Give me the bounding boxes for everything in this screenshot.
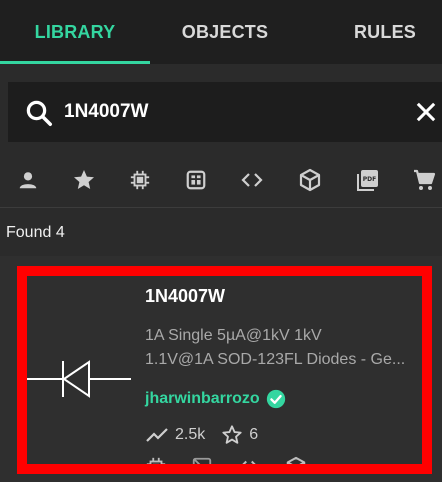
cube-icon [286, 456, 306, 464]
result-card-content[interactable]: 1N4007W 1A Single 5µA@1kV 1kV 1.1V@1A SO… [27, 276, 422, 464]
component-asset-icons [145, 456, 307, 464]
tab-library[interactable]: LIBRARY [0, 0, 150, 64]
search-bar [8, 82, 442, 142]
code-icon[interactable] [238, 166, 266, 194]
trend-icon [146, 428, 168, 442]
diode-symbol-icon [27, 360, 131, 398]
verified-badge-icon [266, 389, 285, 409]
component-stats: 2.5k 6 [145, 424, 258, 446]
filter-toolbar: PDF [0, 152, 442, 208]
code-icon [242, 460, 256, 464]
chip-icon[interactable] [126, 166, 154, 194]
results-count: Found 4 [6, 224, 65, 241]
search-input[interactable] [64, 94, 394, 130]
description-line-2: 1.1V@1A SOD-123FL Diodes - Ge... [145, 351, 406, 368]
stars-stat[interactable]: 6 [221, 424, 258, 446]
tab-rules[interactable]: RULES [300, 0, 442, 64]
star-icon[interactable] [70, 166, 98, 194]
active-tab-indicator [0, 61, 150, 64]
description-line-1: 1A Single 5µA@1kV 1kV [145, 327, 322, 344]
views-count: 2.5k [175, 426, 206, 443]
author-link[interactable]: jharwinbarrozo [145, 389, 286, 409]
module-icon[interactable] [182, 166, 210, 194]
pdf-icon[interactable]: PDF [354, 166, 382, 194]
close-icon[interactable] [412, 98, 440, 126]
star-outline-icon[interactable] [221, 424, 243, 446]
filter-divider [0, 207, 442, 208]
svg-text:PDF: PDF [363, 176, 376, 183]
footprint-off-icon [192, 457, 212, 464]
component-description: 1A Single 5µA@1kV 1kV 1.1V@1A SOD-123FL … [145, 324, 422, 372]
search-icon[interactable] [24, 98, 54, 128]
chip-icon [146, 457, 166, 464]
stars-count: 6 [249, 426, 259, 443]
views-stat: 2.5k [145, 425, 205, 445]
author-name[interactable]: jharwinbarrozo [145, 390, 260, 408]
component-title[interactable]: 1N4007W [145, 286, 225, 307]
tab-objects[interactable]: OBJECTS [150, 0, 300, 64]
user-icon[interactable] [14, 166, 42, 194]
tab-bar: LIBRARY OBJECTS RULES [0, 0, 442, 64]
cart-icon[interactable] [410, 166, 438, 194]
cube-icon[interactable] [296, 166, 324, 194]
